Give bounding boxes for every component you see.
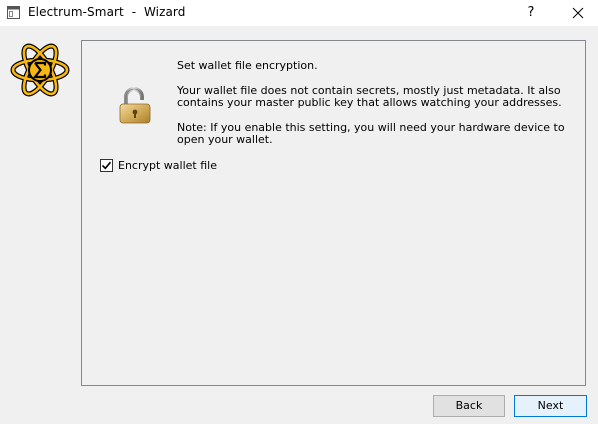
app-window-icon: [7, 6, 20, 19]
window-title: Electrum-Smart - Wizard: [28, 5, 186, 19]
encrypt-wallet-checkbox[interactable]: [100, 158, 113, 172]
encrypt-wallet-label[interactable]: Encrypt wallet file: [118, 159, 217, 172]
message-body: Your wallet file does not contain secret…: [177, 83, 562, 110]
close-button[interactable]: [563, 0, 593, 26]
help-button[interactable]: ?: [518, 0, 544, 26]
encryption-message: Set wallet file encryption. Your wallet …: [177, 59, 577, 147]
close-icon: [572, 7, 584, 19]
message-heading: Set wallet file encryption.: [177, 59, 318, 72]
wizard-window: Electrum-Smart - Wizard ? Set wallet fil…: [0, 0, 598, 424]
title-bar: Electrum-Smart - Wizard ?: [0, 0, 598, 26]
encrypt-wallet-checkbox-row[interactable]: Encrypt wallet file: [100, 158, 217, 172]
back-button[interactable]: Back: [433, 395, 505, 417]
message-note: Note: If you enable this setting, you wi…: [177, 120, 565, 147]
electrum-smart-logo-icon: [10, 43, 70, 97]
padlock-icon: [119, 87, 151, 124]
checkmark-icon: [101, 161, 112, 169]
next-button[interactable]: Next: [514, 395, 587, 417]
wizard-content-panel: Set wallet file encryption. Your wallet …: [81, 40, 586, 386]
